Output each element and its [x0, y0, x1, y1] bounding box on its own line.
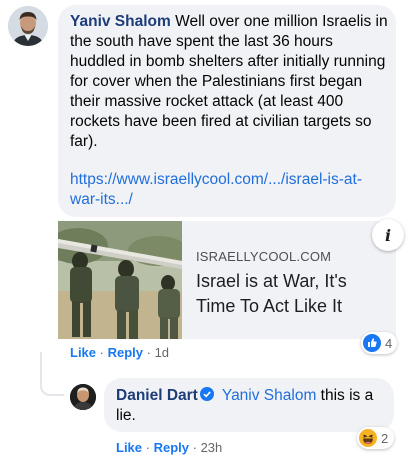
link-preview-image — [58, 221, 182, 339]
comment-actions: Like · Reply · 1d — [70, 345, 169, 360]
profile-photo-icon — [8, 6, 48, 46]
comment-body: Daniel Dart Yaniv Shalom this is a lie. — [116, 386, 384, 426]
reaction-summary[interactable]: 4 — [361, 332, 398, 354]
like-button[interactable]: Like — [116, 440, 142, 455]
profile-photo-icon — [70, 384, 96, 410]
separator-dot: · — [192, 440, 201, 455]
comment-actions: Like · Reply · 23h — [116, 440, 222, 455]
comment-timestamp[interactable]: 1d — [155, 345, 169, 360]
haha-icon — [359, 429, 377, 447]
comment-link[interactable]: https://www.israellycool.com/.../israel-… — [70, 170, 388, 210]
reply-button[interactable]: Reply — [108, 345, 143, 360]
comment-body: Yaniv Shalom Well over one million Israe… — [70, 12, 388, 152]
comment-text: Well over one million Israelis in the so… — [70, 13, 388, 150]
separator-dot: · — [146, 345, 155, 360]
avatar-yaniv-shalom[interactable] — [8, 6, 48, 46]
reply-button[interactable]: Reply — [154, 440, 189, 455]
reaction-summary[interactable]: 2 — [357, 427, 395, 449]
comment-author[interactable]: Yaniv Shalom — [70, 13, 171, 30]
like-icon — [363, 334, 381, 352]
separator-dot: · — [145, 440, 154, 455]
reply-thread-line — [40, 352, 64, 396]
verified-badge-icon — [199, 387, 214, 401]
like-button[interactable]: Like — [70, 345, 96, 360]
avatar-daniel-dart[interactable] — [70, 384, 96, 410]
reaction-count: 2 — [381, 430, 389, 446]
reaction-count: 4 — [385, 335, 393, 351]
link-title[interactable]: Israel is at War, It's Time To Act Like … — [196, 269, 386, 319]
mention-link[interactable]: Yaniv Shalom — [222, 387, 316, 404]
comment-bubble-daniel: Daniel Dart Yaniv Shalom this is a lie. — [104, 378, 394, 432]
comment-bubble-yaniv: Yaniv Shalom Well over one million Israe… — [58, 5, 396, 217]
info-icon: i — [384, 225, 392, 245]
separator-dot: · — [99, 345, 108, 360]
info-button[interactable]: i — [372, 219, 404, 251]
comment-author[interactable]: Daniel Dart — [116, 387, 198, 404]
link-preview-card[interactable]: ISRAELLYCOOL.COM Israel is at War, It's … — [58, 221, 396, 339]
comment-timestamp[interactable]: 23h — [201, 440, 223, 455]
link-site: ISRAELLYCOOL.COM — [196, 249, 332, 264]
